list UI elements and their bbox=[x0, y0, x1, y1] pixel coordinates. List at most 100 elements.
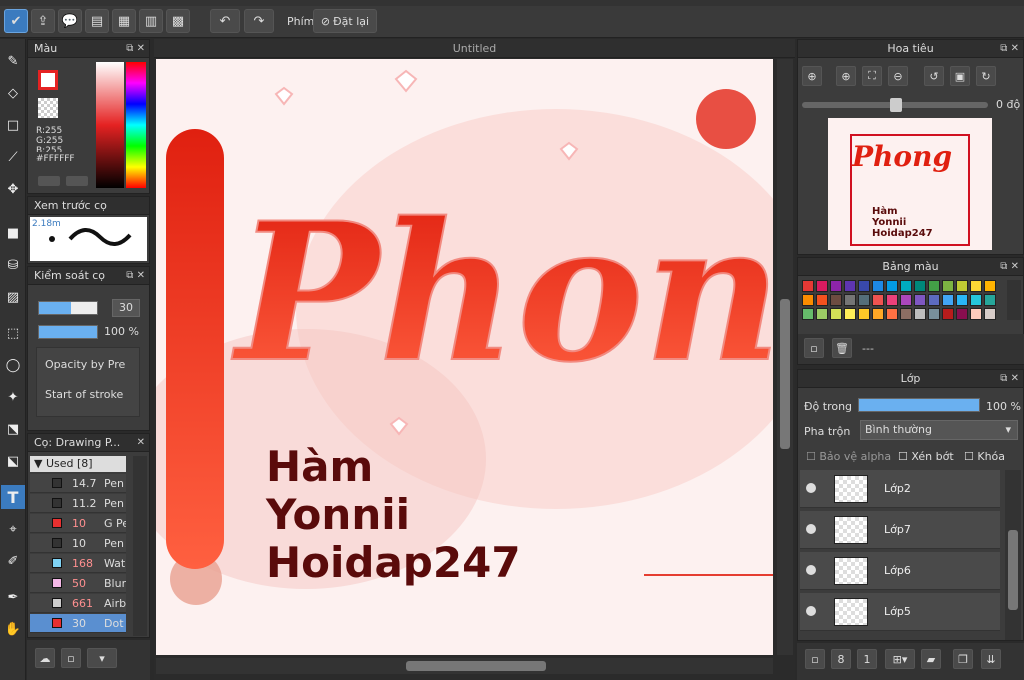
brush-option-opacity[interactable]: Opacity by Pre bbox=[45, 358, 125, 371]
move-icon[interactable]: ✥ bbox=[1, 177, 25, 201]
palette-swatch[interactable] bbox=[886, 280, 898, 292]
document-tab[interactable]: Untitled bbox=[154, 39, 795, 58]
blend-mode-select[interactable]: Bình thường ▾ bbox=[860, 420, 1018, 440]
palette-swatch[interactable] bbox=[914, 294, 926, 306]
palette-swatch[interactable] bbox=[886, 294, 898, 306]
brush-list-item[interactable]: 661 Airb bbox=[30, 594, 126, 613]
layer-row[interactable]: Lớp2 bbox=[800, 470, 1000, 508]
palette-swatch[interactable] bbox=[900, 294, 912, 306]
palette-swatch[interactable] bbox=[816, 280, 828, 292]
brush-options-list[interactable]: Opacity by Pre Start of stroke bbox=[36, 347, 140, 417]
brush-list-item[interactable]: 30 Dot bbox=[30, 614, 126, 633]
palette-swatch[interactable] bbox=[928, 280, 940, 292]
clipping-checkbox[interactable]: ☐ Xén bớt bbox=[898, 450, 954, 464]
brush-group-header[interactable]: ▼ Used [8] bbox=[30, 456, 126, 472]
palette-swatch[interactable] bbox=[858, 294, 870, 306]
brush-upload-icon[interactable]: ☁ bbox=[35, 648, 55, 668]
brush-list-item[interactable]: 11.2 Pen bbox=[30, 494, 126, 513]
palette-swatch[interactable] bbox=[844, 280, 856, 292]
brush-list-scrollbar[interactable] bbox=[133, 456, 147, 636]
bucket-icon[interactable]: ⛁ bbox=[1, 253, 25, 277]
eye-icon[interactable] bbox=[806, 483, 816, 493]
new-layer-1bit-icon[interactable]: 1 bbox=[857, 649, 877, 669]
rectangle-select-icon[interactable]: □ bbox=[1, 113, 25, 137]
color-swap-button[interactable] bbox=[66, 176, 88, 186]
select-eraser-icon[interactable]: ⬕ bbox=[1, 449, 25, 473]
select-pen-icon[interactable]: ⬔ bbox=[1, 417, 25, 441]
palette-swatch[interactable] bbox=[858, 308, 870, 320]
new-layer-8bit-icon[interactable]: 8 bbox=[831, 649, 851, 669]
redo-button[interactable]: ↷ bbox=[244, 9, 274, 33]
divide-icon[interactable]: ✐ bbox=[1, 549, 25, 573]
brush-list-item[interactable]: 14.7 Pen bbox=[30, 474, 126, 493]
palette-swatch[interactable] bbox=[942, 280, 954, 292]
brush-size-input[interactable]: 30 bbox=[112, 299, 140, 317]
foreground-color-swatch[interactable] bbox=[38, 70, 58, 90]
eraser-icon[interactable]: ◇ bbox=[1, 81, 25, 105]
palette-swatch[interactable] bbox=[858, 280, 870, 292]
palette-swatch[interactable] bbox=[984, 280, 996, 292]
line-icon[interactable]: ⟋ bbox=[1, 145, 25, 169]
canvas-vertical-scrollbar[interactable] bbox=[777, 59, 793, 655]
palette-swatch[interactable] bbox=[816, 294, 828, 306]
palette-swatch[interactable] bbox=[970, 308, 982, 320]
lasso-icon[interactable]: ◯ bbox=[1, 353, 25, 377]
add-layer-menu-icon[interactable]: ⊞▾ bbox=[885, 649, 915, 669]
color-mode-button[interactable] bbox=[38, 176, 60, 186]
hue-slider[interactable] bbox=[126, 62, 146, 188]
palette-swatch[interactable] bbox=[970, 280, 982, 292]
layer-row[interactable]: Lớp5 bbox=[800, 593, 1000, 631]
brush-list-item[interactable]: 50 Blur bbox=[30, 574, 126, 593]
panel-controls-icon[interactable]: ⧉ ✕ bbox=[126, 267, 145, 285]
brush-opacity-slider[interactable] bbox=[38, 325, 98, 339]
message-icon[interactable]: ▤ bbox=[85, 9, 109, 33]
lock-checkbox[interactable]: ☐ Khóa bbox=[964, 450, 1005, 464]
share-icon[interactable]: ⇪ bbox=[31, 9, 55, 33]
drawing-canvas[interactable]: Phong Hàm Yonnii Hoidap247 bbox=[156, 59, 773, 655]
fill-rect-icon[interactable]: ■ bbox=[1, 221, 25, 245]
palette-swatch[interactable] bbox=[872, 308, 884, 320]
protect-alpha-checkbox[interactable]: ☐ Bảo vệ alpha bbox=[806, 450, 891, 464]
canvas-horizontal-scrollbar[interactable] bbox=[156, 658, 773, 674]
palette-swatch[interactable] bbox=[928, 294, 940, 306]
palette-swatch[interactable] bbox=[886, 308, 898, 320]
palette-swatch[interactable] bbox=[830, 294, 842, 306]
palette-swatch[interactable] bbox=[844, 308, 856, 320]
palette-swatch[interactable] bbox=[802, 294, 814, 306]
text-tool-icon[interactable]: T bbox=[1, 485, 25, 509]
palette-swatch[interactable] bbox=[816, 308, 828, 320]
layer-scrollbar[interactable] bbox=[1005, 470, 1021, 640]
eye-icon[interactable] bbox=[806, 565, 816, 575]
palette-swatch[interactable] bbox=[942, 308, 954, 320]
hand-icon[interactable]: ✋ bbox=[1, 617, 25, 641]
brush-list-item[interactable]: 10 G Pe bbox=[30, 514, 126, 533]
brush-option-start[interactable]: Start of stroke bbox=[45, 388, 123, 401]
palette-swatch[interactable] bbox=[984, 294, 996, 306]
brush-menu-icon[interactable]: ▾ bbox=[87, 648, 117, 668]
magic-wand-icon[interactable]: ✦ bbox=[1, 385, 25, 409]
palette-swatch[interactable] bbox=[928, 308, 940, 320]
palette-delete-icon[interactable]: 🗑 bbox=[832, 338, 852, 358]
document-icon[interactable]: ▦ bbox=[112, 9, 136, 33]
grid-icon[interactable]: ▩ bbox=[166, 9, 190, 33]
eye-icon[interactable] bbox=[806, 606, 816, 616]
palette-swatch[interactable] bbox=[872, 280, 884, 292]
brush-icon[interactable]: ✎ bbox=[1, 49, 25, 73]
palette-new-icon[interactable]: ▫ bbox=[804, 338, 824, 358]
palette-swatch[interactable] bbox=[872, 294, 884, 306]
folder-icon[interactable]: ▰ bbox=[921, 649, 941, 669]
palette-swatch[interactable] bbox=[956, 294, 968, 306]
zoom-fit-icon[interactable]: ⊕ bbox=[802, 66, 822, 86]
panel-controls-icon[interactable]: ✕ bbox=[137, 434, 145, 452]
panel-controls-icon[interactable]: ⧉ ✕ bbox=[126, 40, 145, 58]
brush-new-icon[interactable]: ▫ bbox=[61, 648, 81, 668]
fit-screen-icon[interactable]: ⛶ bbox=[862, 66, 882, 86]
brush-list-item[interactable]: 168 Wat bbox=[30, 554, 126, 573]
palette-swatch[interactable] bbox=[802, 280, 814, 292]
gradient-icon[interactable]: ▨ bbox=[1, 285, 25, 309]
palette-swatch[interactable] bbox=[914, 280, 926, 292]
layer-row[interactable]: Lớp6 bbox=[800, 552, 1000, 590]
palette-swatch[interactable] bbox=[802, 308, 814, 320]
palette-swatch[interactable] bbox=[830, 308, 842, 320]
palette-swatch[interactable] bbox=[956, 308, 968, 320]
